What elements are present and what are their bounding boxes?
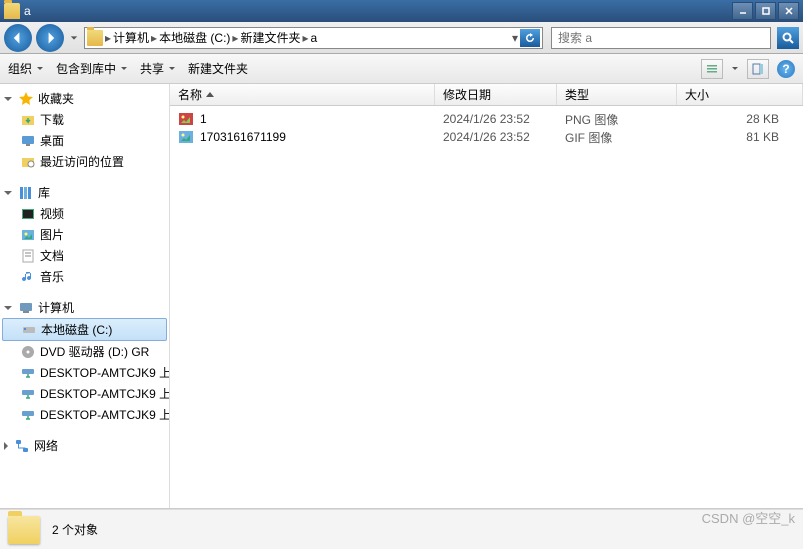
search-input[interactable] xyxy=(556,30,766,46)
history-dropdown[interactable] xyxy=(68,26,80,50)
preview-pane-button[interactable] xyxy=(747,59,769,79)
sidebar-item-downloads[interactable]: 下载 xyxy=(0,109,169,130)
refresh-button[interactable] xyxy=(520,29,540,47)
sidebar-item-pictures[interactable]: 图片 xyxy=(0,224,169,245)
search-box[interactable] xyxy=(551,27,771,49)
file-row[interactable]: 1703161671199 2024/1/26 23:52 GIF 图像 81 … xyxy=(170,128,803,146)
sidebar-head-favorites[interactable]: 收藏夹 xyxy=(0,88,169,109)
maximize-button[interactable] xyxy=(755,2,776,20)
nav-bar: ▸ 计算机 ▸ 本地磁盘 (C:) ▸ 新建文件夹 ▸ a ▾ xyxy=(0,22,803,54)
breadcrumb-part[interactable]: 本地磁盘 (C:) xyxy=(159,29,230,46)
sort-asc-icon xyxy=(206,92,214,97)
window-icon xyxy=(4,3,20,19)
sidebar-item-documents[interactable]: 文档 xyxy=(0,245,169,266)
organize-menu[interactable]: 组织 xyxy=(8,60,44,77)
include-menu[interactable]: 包含到库中 xyxy=(56,60,128,77)
window-buttons xyxy=(730,2,799,20)
address-bar[interactable]: ▸ 计算机 ▸ 本地磁盘 (C:) ▸ 新建文件夹 ▸ a ▾ xyxy=(84,27,543,49)
sidebar-item-network-drive[interactable]: DESKTOP-AMTCJK9 上 xyxy=(0,383,169,404)
file-size: 81 KB xyxy=(677,130,803,144)
search-button[interactable] xyxy=(777,27,799,49)
chevron-down-icon[interactable]: ▾ xyxy=(512,31,518,45)
window-title: a xyxy=(24,4,31,18)
breadcrumb-part[interactable]: a xyxy=(310,31,317,45)
sidebar-item-network-drive[interactable]: DESKTOP-AMTCJK9 上 xyxy=(0,362,169,383)
title-bar: a xyxy=(0,0,803,22)
close-button[interactable] xyxy=(778,2,799,20)
file-type: GIF 图像 xyxy=(557,129,677,146)
view-buttons: ? xyxy=(701,59,795,79)
sidebar-item-desktop[interactable]: 桌面 xyxy=(0,130,169,151)
folder-icon xyxy=(87,30,103,46)
chevron-right-icon[interactable]: ▸ xyxy=(105,31,111,45)
column-header-name[interactable]: 名称 xyxy=(170,84,435,105)
back-button[interactable] xyxy=(4,24,32,52)
sidebar-group-libraries: 库 视频 图片 文档 音乐 xyxy=(0,182,169,287)
file-name: 1 xyxy=(200,112,207,126)
body: 收藏夹 下载 桌面 最近访问的位置 库 视频 图片 文档 音乐 计算机 本地磁盘… xyxy=(0,84,803,509)
file-row[interactable]: 1 2024/1/26 23:52 PNG 图像 28 KB xyxy=(170,110,803,128)
watermark: CSDN @空空_k xyxy=(702,508,795,527)
sidebar: 收藏夹 下载 桌面 最近访问的位置 库 视频 图片 文档 音乐 计算机 本地磁盘… xyxy=(0,84,170,508)
file-type: PNG 图像 xyxy=(557,111,677,128)
column-header-size[interactable]: 大小 xyxy=(677,84,803,105)
sidebar-head-network[interactable]: 网络 xyxy=(0,435,169,456)
forward-button[interactable] xyxy=(36,24,64,52)
sidebar-item-network-drive[interactable]: DESKTOP-AMTCJK9 上 xyxy=(0,404,169,425)
chevron-right-icon[interactable]: ▸ xyxy=(232,31,238,45)
chevron-down-icon[interactable] xyxy=(731,65,739,73)
file-size: 28 KB xyxy=(677,112,803,126)
sidebar-item-videos[interactable]: 视频 xyxy=(0,203,169,224)
chevron-right-icon[interactable]: ▸ xyxy=(302,31,308,45)
sidebar-item-music[interactable]: 音乐 xyxy=(0,266,169,287)
file-rows: 1 2024/1/26 23:52 PNG 图像 28 KB 170316167… xyxy=(170,106,803,508)
status-bar: 2 个对象 xyxy=(0,509,803,549)
gif-icon xyxy=(178,129,194,145)
share-menu[interactable]: 共享 xyxy=(140,60,176,77)
sidebar-group-computer: 计算机 本地磁盘 (C:) DVD 驱动器 (D:) GR DESKTOP-AM… xyxy=(0,297,169,425)
help-button[interactable]: ? xyxy=(777,60,795,78)
status-text: 2 个对象 xyxy=(52,521,98,538)
sidebar-item-dvd-drive[interactable]: DVD 驱动器 (D:) GR xyxy=(0,341,169,362)
chevron-right-icon[interactable]: ▸ xyxy=(151,31,157,45)
sidebar-head-libraries[interactable]: 库 xyxy=(0,182,169,203)
file-date: 2024/1/26 23:52 xyxy=(435,112,557,126)
toolbar: 组织 包含到库中 共享 新建文件夹 ? xyxy=(0,54,803,84)
file-list: 名称 修改日期 类型 大小 1 2024/1/26 23:52 PNG 图像 2… xyxy=(170,84,803,508)
column-header-type[interactable]: 类型 xyxy=(557,84,677,105)
view-mode-button[interactable] xyxy=(701,59,723,79)
minimize-button[interactable] xyxy=(732,2,753,20)
sidebar-group-favorites: 收藏夹 下载 桌面 最近访问的位置 xyxy=(0,88,169,172)
column-header-date[interactable]: 修改日期 xyxy=(435,84,557,105)
sidebar-item-local-disk-c[interactable]: 本地磁盘 (C:) xyxy=(2,318,167,341)
sidebar-head-computer[interactable]: 计算机 xyxy=(0,297,169,318)
new-folder-button[interactable]: 新建文件夹 xyxy=(188,60,248,77)
file-name: 1703161671199 xyxy=(200,130,286,144)
breadcrumb-part[interactable]: 新建文件夹 xyxy=(240,29,300,46)
sidebar-group-network: 网络 xyxy=(0,435,169,456)
folder-icon xyxy=(8,516,40,544)
sidebar-item-recent[interactable]: 最近访问的位置 xyxy=(0,151,169,172)
file-date: 2024/1/26 23:52 xyxy=(435,130,557,144)
breadcrumb-part[interactable]: 计算机 xyxy=(113,29,149,46)
column-headers: 名称 修改日期 类型 大小 xyxy=(170,84,803,106)
png-icon xyxy=(178,111,194,127)
